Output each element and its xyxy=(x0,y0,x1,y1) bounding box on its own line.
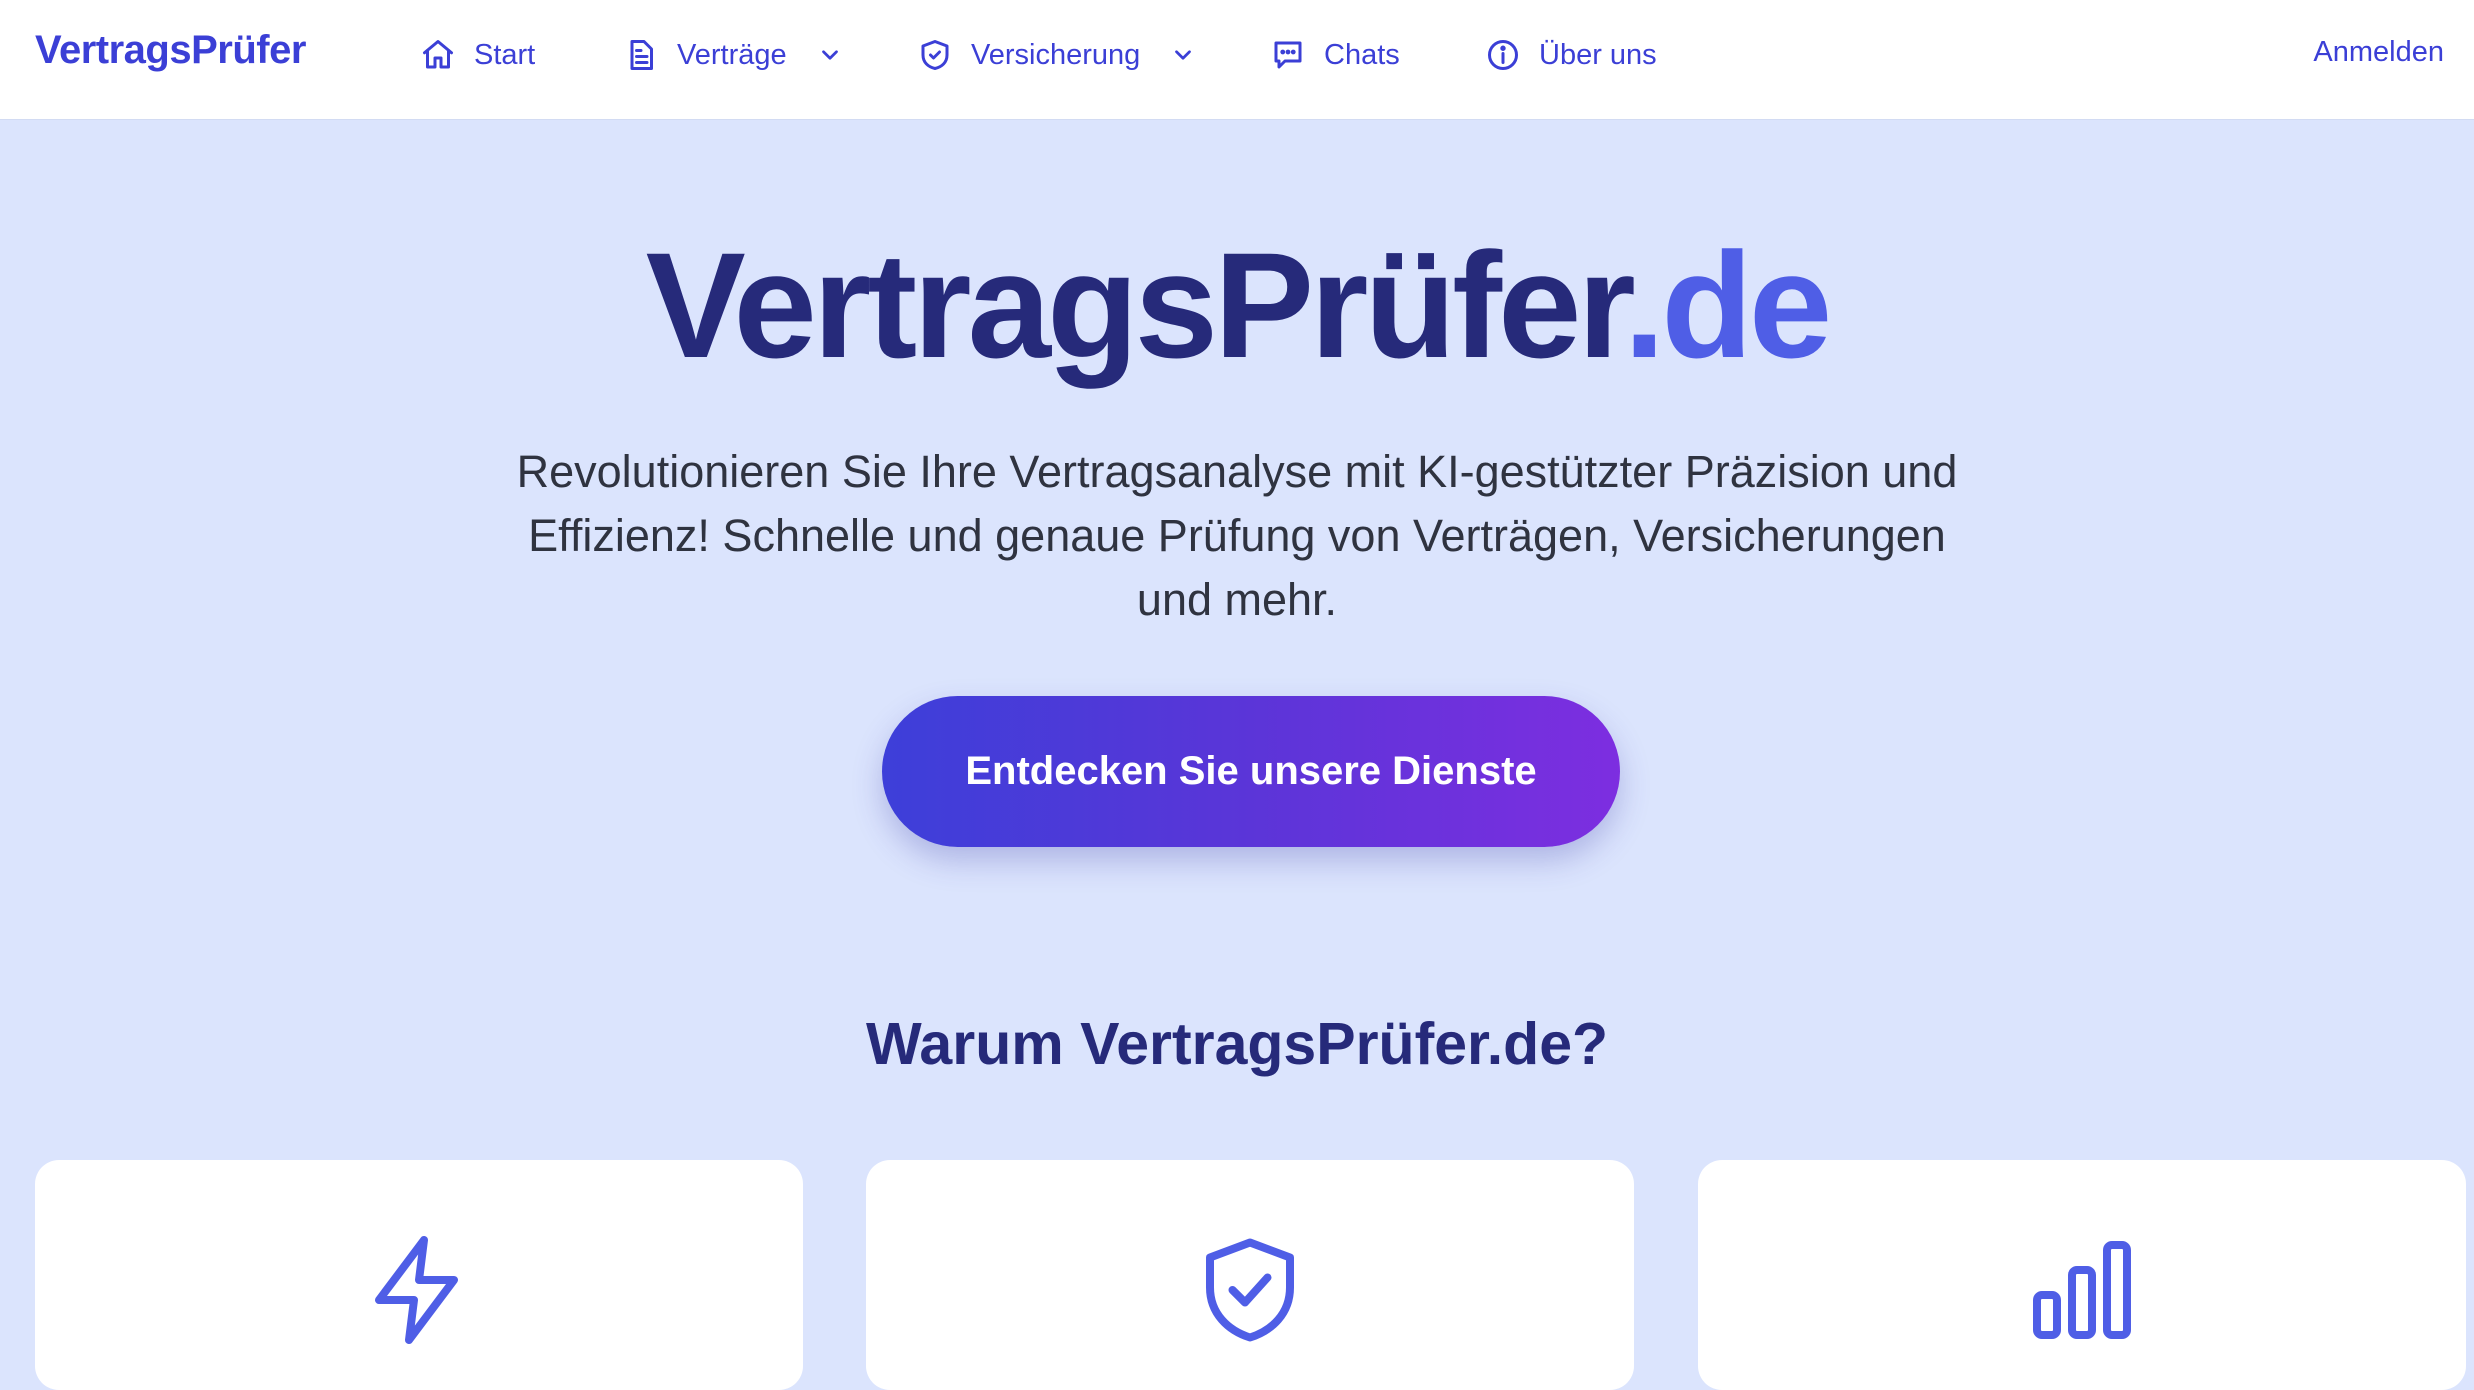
lightning-icon xyxy=(359,1230,479,1350)
nav-item-label: Verträge xyxy=(677,38,787,71)
nav-item-ueber-uns[interactable]: Über uns xyxy=(1485,30,1657,80)
nav-item-label: Versicherung xyxy=(971,38,1141,71)
nav-item-label: Über uns xyxy=(1539,38,1657,71)
feature-card-analytics xyxy=(1698,1160,2466,1390)
nav-item-start[interactable]: Start xyxy=(420,30,535,80)
feature-card-speed xyxy=(35,1160,803,1390)
shield-check-icon xyxy=(1190,1230,1310,1350)
login-link[interactable]: Anmelden xyxy=(2313,36,2444,69)
chat-icon xyxy=(1270,37,1306,73)
nav-item-versicherung[interactable]: Versicherung xyxy=(917,30,1196,80)
hero-title-main: VertragsPrüfer xyxy=(645,221,1628,389)
brand-logo[interactable]: VertragsPrüfer xyxy=(35,28,306,73)
info-icon xyxy=(1485,37,1521,73)
document-icon xyxy=(623,37,659,73)
bar-chart-icon xyxy=(2022,1230,2142,1350)
why-section-title: Warum VertragsPrüfer.de? xyxy=(865,1011,1609,1077)
nav-item-label: Start xyxy=(474,38,536,71)
hero-title: VertragsPrüfer.de xyxy=(0,230,2474,380)
home-icon xyxy=(420,37,456,73)
shield-icon xyxy=(917,37,953,73)
discover-services-button[interactable]: Entdecken Sie unsere Dienste xyxy=(882,696,1620,847)
nav-item-chats[interactable]: Chats xyxy=(1270,30,1400,80)
nav-item-vertraege[interactable]: Verträge xyxy=(623,30,843,80)
hero-title-accent: .de xyxy=(1623,221,1833,389)
feature-card-security xyxy=(866,1160,1634,1390)
chevron-down-icon xyxy=(817,42,843,68)
hero-subtitle: Revolutionieren Sie Ihre Vertragsanalyse… xyxy=(516,446,1958,625)
top-navbar: VertragsPrüfer Start Verträge Versicheru… xyxy=(0,0,2474,119)
nav-item-label: Chats xyxy=(1324,38,1400,71)
chevron-down-icon xyxy=(1170,42,1196,68)
